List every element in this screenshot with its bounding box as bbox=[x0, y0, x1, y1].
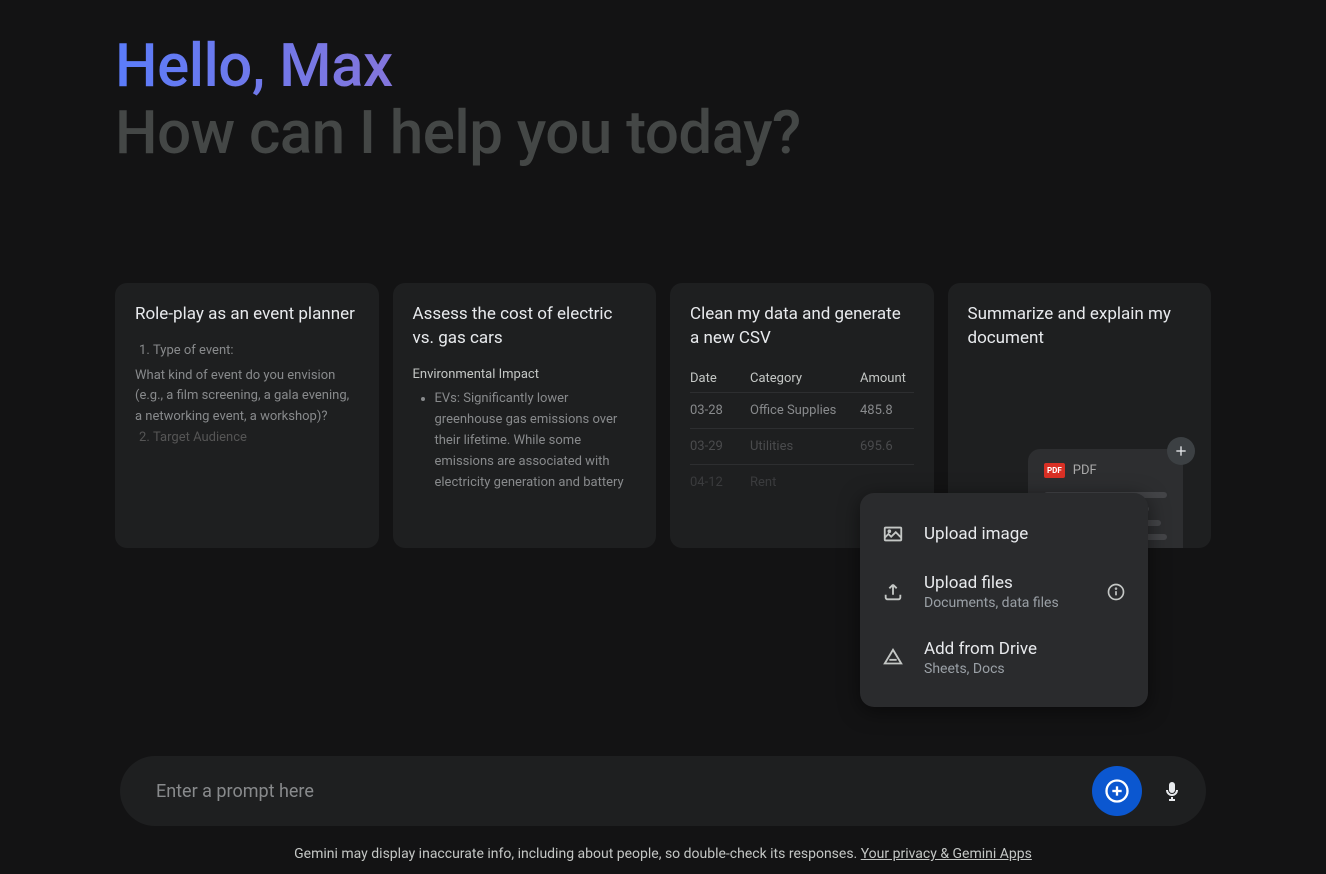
footer-text: Gemini may display inaccurate info, incl… bbox=[294, 846, 861, 862]
col-category-header: Category bbox=[750, 371, 860, 386]
upload-icon bbox=[882, 581, 904, 603]
cell-amount bbox=[860, 475, 910, 490]
cell-date: 04-12 bbox=[690, 475, 750, 490]
cell-category: Office Supplies bbox=[750, 403, 860, 418]
cell-date: 03-28 bbox=[690, 403, 750, 418]
cell-date: 03-29 bbox=[690, 439, 750, 454]
cell-amount: 485.8 bbox=[860, 403, 910, 418]
drive-icon bbox=[882, 647, 904, 669]
suggestion-card-event-planner[interactable]: Role-play as an event planner Type of ev… bbox=[115, 283, 379, 548]
menu-item-upload-files[interactable]: Upload files Documents, data files bbox=[860, 559, 1148, 625]
table-header: Date Category Amount bbox=[690, 365, 914, 392]
menu-item-upload-image[interactable]: Upload image bbox=[860, 509, 1148, 559]
card-text: What kind of event do you envision (e.g.… bbox=[135, 366, 359, 428]
col-amount-header: Amount bbox=[860, 371, 910, 386]
preview-table: Date Category Amount 03-28 Office Suppli… bbox=[690, 365, 914, 500]
pdf-icon: PDF bbox=[1044, 463, 1065, 478]
greeting-subtitle: How can I help you today? bbox=[115, 97, 1211, 168]
menu-item-label: Add from Drive bbox=[924, 639, 1126, 659]
card-bullet: EVs: Significantly lower greenhouse gas … bbox=[435, 389, 637, 493]
menu-item-label: Upload files bbox=[924, 573, 1086, 593]
table-row: 03-28 Office Supplies 485.8 bbox=[690, 392, 914, 428]
plus-icon bbox=[1167, 437, 1195, 465]
pdf-label: PDF bbox=[1073, 463, 1097, 478]
card-subheading: Environmental Impact bbox=[413, 365, 637, 386]
menu-item-add-from-drive[interactable]: Add from Drive Sheets, Docs bbox=[860, 625, 1148, 691]
info-icon[interactable] bbox=[1106, 582, 1126, 602]
greeting-hello: Hello, Max bbox=[115, 30, 1211, 101]
card-title: Assess the cost of electric vs. gas cars bbox=[413, 303, 637, 351]
add-attachment-button[interactable] bbox=[1092, 766, 1142, 816]
prompt-bar bbox=[120, 756, 1206, 826]
cell-category: Utilities bbox=[750, 439, 860, 454]
upload-menu: Upload image Upload files Documents, dat… bbox=[860, 493, 1148, 707]
card-list-item: Target Audience bbox=[153, 428, 359, 449]
table-row: 03-29 Utilities 695.6 bbox=[690, 428, 914, 464]
cell-category: Rent bbox=[750, 475, 860, 490]
image-icon bbox=[882, 523, 904, 545]
card-body: Type of event: What kind of event do you… bbox=[135, 341, 359, 449]
prompt-input[interactable] bbox=[156, 781, 1092, 802]
cell-amount: 695.6 bbox=[860, 439, 910, 454]
microphone-button[interactable] bbox=[1160, 779, 1184, 803]
menu-item-sublabel: Sheets, Docs bbox=[924, 661, 1126, 677]
card-title: Clean my data and generate a new CSV bbox=[690, 303, 914, 351]
footer-disclaimer: Gemini may display inaccurate info, incl… bbox=[0, 846, 1326, 862]
menu-item-label: Upload image bbox=[924, 524, 1126, 544]
col-date-header: Date bbox=[690, 371, 750, 386]
card-body: Environmental Impact EVs: Significantly … bbox=[413, 365, 637, 494]
footer-privacy-link[interactable]: Your privacy & Gemini Apps bbox=[861, 846, 1032, 862]
suggestion-card-ev-cost[interactable]: Assess the cost of electric vs. gas cars… bbox=[393, 283, 657, 548]
card-title: Summarize and explain my document bbox=[968, 303, 1192, 351]
menu-item-sublabel: Documents, data files bbox=[924, 595, 1086, 611]
card-list-item: Type of event: bbox=[153, 341, 359, 362]
card-title: Role-play as an event planner bbox=[135, 303, 359, 327]
